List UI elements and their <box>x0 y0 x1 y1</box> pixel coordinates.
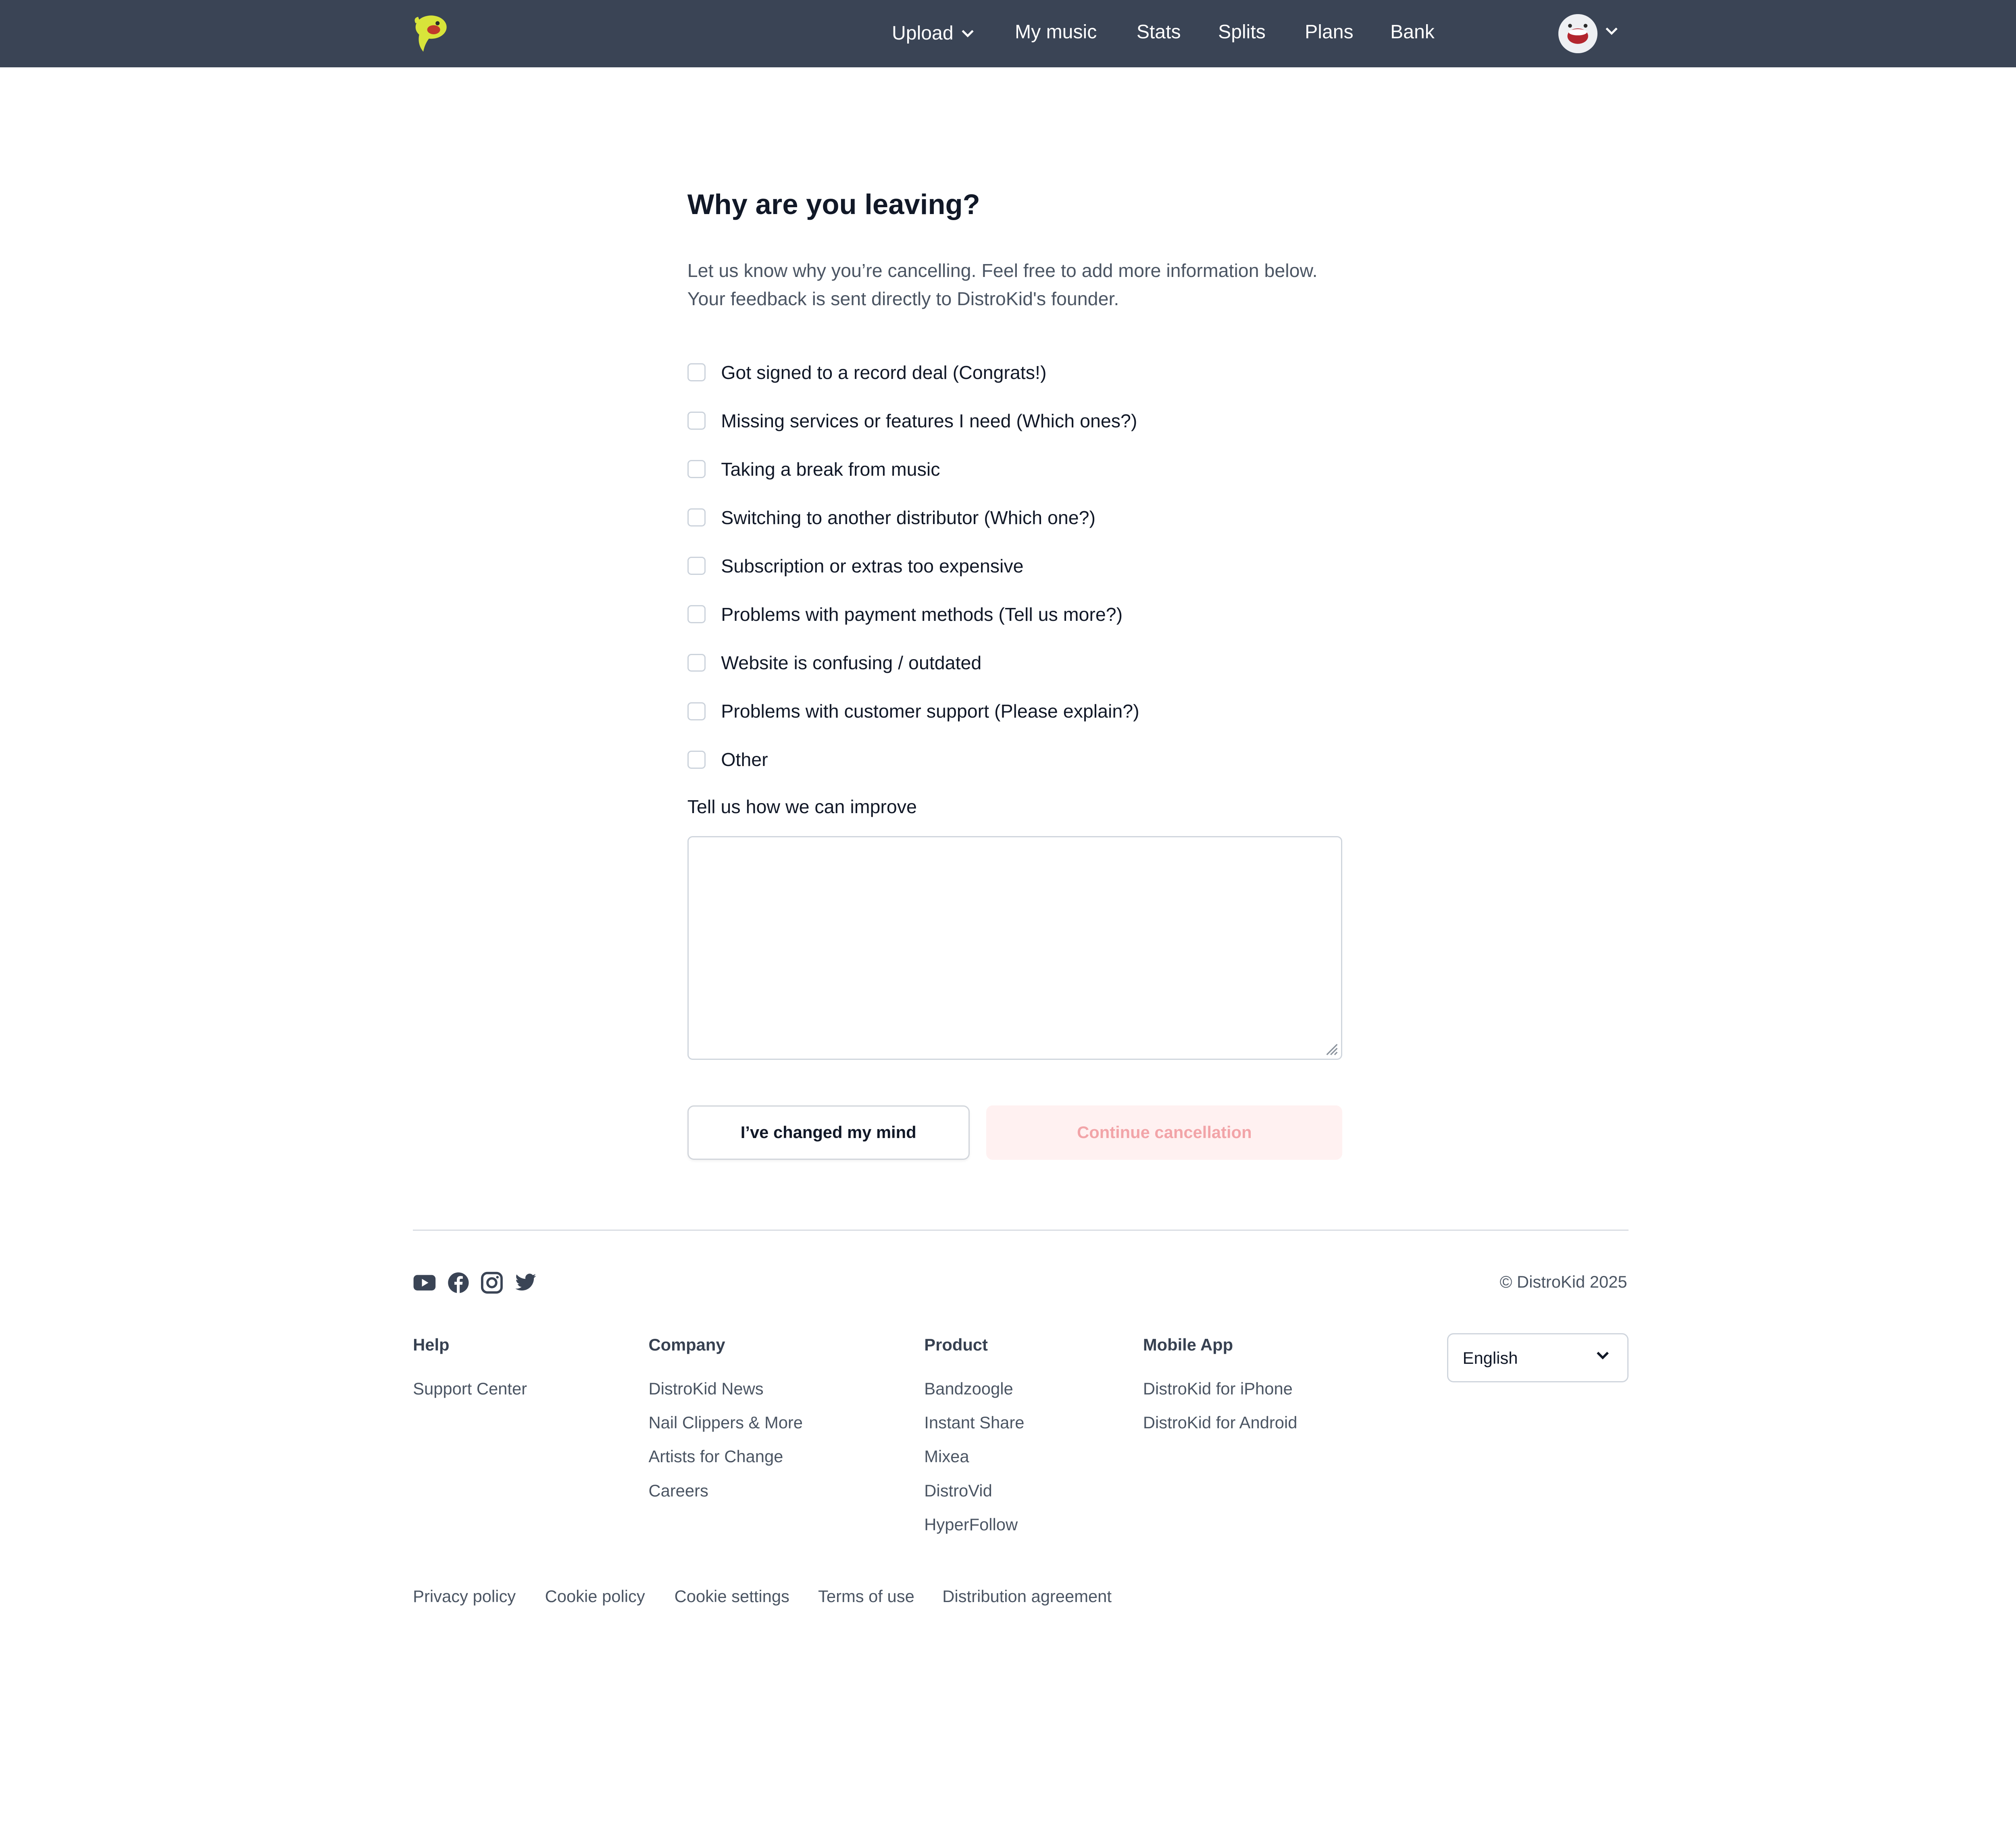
continue-cancellation-button[interactable]: Continue cancellation <box>986 1105 1343 1160</box>
privacy-policy-link[interactable]: Privacy policy <box>413 1587 516 1606</box>
footer-column-company: Company DistroKid News Nail Clippers & M… <box>648 1334 803 1500</box>
changed-my-mind-button[interactable]: I’ve changed my mind <box>687 1105 970 1160</box>
page-title: Why are you leaving? <box>687 188 980 220</box>
chevron-down-icon <box>961 21 974 43</box>
main-nav: Upload My music Stats Splits Plans Bank <box>0 0 2016 67</box>
footer-link[interactable]: DistroKid for Android <box>1143 1412 1297 1446</box>
chevron-down-icon <box>1596 1351 1609 1359</box>
page: Upload My music Stats Splits Plans Bank <box>0 0 2016 1825</box>
terms-of-use-link[interactable]: Terms of use <box>818 1587 914 1606</box>
nav-upload[interactable]: Upload <box>892 21 974 44</box>
distribution-agreement-link[interactable]: Distribution agreement <box>942 1587 1112 1606</box>
cookie-policy-link[interactable]: Cookie policy <box>545 1587 645 1606</box>
footer-divider <box>413 1229 1629 1231</box>
nav-upload-label: Upload <box>892 22 954 44</box>
chevron-down-icon <box>1606 27 1618 35</box>
reason-label: Other <box>721 749 768 770</box>
footer-link[interactable]: Instant Share <box>924 1412 1024 1446</box>
nav-splits[interactable]: Splits <box>1218 21 1266 43</box>
reason-label: Problems with payment methods (Tell us m… <box>721 603 1123 625</box>
footer-column-title: Product <box>924 1335 988 1355</box>
reason-label: Switching to another distributor (Which … <box>721 507 1096 528</box>
footer-link[interactable]: Mixea <box>924 1446 1024 1480</box>
reason-record-deal[interactable]: Got signed to a record deal (Congrats!) <box>687 348 1343 397</box>
footer-column-title: Company <box>648 1335 725 1355</box>
resize-grip-icon[interactable] <box>1323 1040 1339 1056</box>
user-avatar-icon <box>1558 14 1597 53</box>
reason-list: Got signed to a record deal (Congrats!) … <box>687 348 1343 784</box>
reason-label: Taking a break from music <box>721 458 940 480</box>
nav-my-music[interactable]: My music <box>1015 21 1097 43</box>
checkbox[interactable] <box>687 605 706 624</box>
twitter-icon[interactable] <box>514 1271 537 1294</box>
reason-break[interactable]: Taking a break from music <box>687 445 1343 493</box>
instagram-icon[interactable] <box>480 1271 504 1294</box>
footer-column-help: Help Support Center <box>413 1334 527 1398</box>
reason-label: Missing services or features I need (Whi… <box>721 410 1137 431</box>
feedback-label: Tell us how we can improve <box>687 796 917 818</box>
footer-link[interactable]: DistroVid <box>924 1480 1024 1514</box>
nav-stats[interactable]: Stats <box>1137 21 1181 43</box>
footer-link[interactable]: HyperFollow <box>924 1514 1024 1548</box>
intro-line: Let us know why you’re cancelling. Feel … <box>687 260 1318 281</box>
reason-missing-features[interactable]: Missing services or features I need (Whi… <box>687 397 1343 445</box>
checkbox[interactable] <box>687 653 706 672</box>
footer-link-list: DistroKid News Nail Clippers & More Arti… <box>648 1378 803 1514</box>
checkbox[interactable] <box>687 412 706 430</box>
checkbox[interactable] <box>687 702 706 720</box>
reason-website-confusing[interactable]: Website is confusing / outdated <box>687 639 1343 687</box>
footer-link[interactable]: DistroKid for iPhone <box>1143 1378 1297 1412</box>
footer-link[interactable]: Careers <box>648 1480 803 1514</box>
footer-column-product: Product Bandzoogle Instant Share Mixea D… <box>924 1334 1024 1534</box>
reason-support-problems[interactable]: Problems with customer support (Please e… <box>687 687 1343 735</box>
footer-link[interactable]: Bandzoogle <box>924 1378 1024 1412</box>
intro-line: Your feedback is sent directly to Distro… <box>687 288 1119 310</box>
footer-column-title: Help <box>413 1335 450 1355</box>
footer-column-mobile-app: Mobile App DistroKid for iPhone DistroKi… <box>1143 1334 1297 1432</box>
reason-label: Got signed to a record deal (Congrats!) <box>721 362 1047 383</box>
checkbox[interactable] <box>687 363 706 382</box>
top-nav-bar: Upload My music Stats Splits Plans Bank <box>0 0 2016 67</box>
nav-bank[interactable]: Bank <box>1390 21 1435 43</box>
account-menu[interactable] <box>1558 14 1623 53</box>
nav-plans[interactable]: Plans <box>1305 21 1353 43</box>
facebook-icon[interactable] <box>447 1271 470 1294</box>
reason-too-expensive[interactable]: Subscription or extras too expensive <box>687 542 1343 590</box>
reason-other[interactable]: Other <box>687 735 1343 784</box>
feedback-textarea[interactable] <box>687 836 1343 1060</box>
copyright: © DistroKid 2025 <box>1500 1272 1627 1291</box>
footer-link-list: DistroKid for iPhone DistroKid for Andro… <box>1143 1378 1297 1446</box>
checkbox[interactable] <box>687 557 706 575</box>
reason-switching[interactable]: Switching to another distributor (Which … <box>687 493 1343 542</box>
checkbox[interactable] <box>687 460 706 479</box>
reason-label: Subscription or extras too expensive <box>721 555 1024 576</box>
reason-payment-problems[interactable]: Problems with payment methods (Tell us m… <box>687 590 1343 639</box>
checkbox[interactable] <box>687 750 706 769</box>
reason-label: Problems with customer support (Please e… <box>721 701 1139 722</box>
footer-link[interactable]: Support Center <box>413 1378 527 1412</box>
footer-column-title: Mobile App <box>1143 1335 1233 1355</box>
reason-label: Website is confusing / outdated <box>721 652 982 674</box>
language-select[interactable]: English <box>1447 1333 1629 1382</box>
footer-link[interactable]: Nail Clippers & More <box>648 1412 803 1446</box>
avatar <box>1558 14 1597 53</box>
footer-link-list: Bandzoogle Instant Share Mixea DistroVid… <box>924 1378 1024 1548</box>
footer-link-list: Support Center <box>413 1378 527 1412</box>
footer-link[interactable]: Artists for Change <box>648 1446 803 1480</box>
checkbox[interactable] <box>687 508 706 527</box>
footer-link[interactable]: DistroKid News <box>648 1378 803 1412</box>
youtube-icon[interactable] <box>413 1271 436 1294</box>
language-value: English <box>1462 1348 1518 1368</box>
cookie-settings-link[interactable]: Cookie settings <box>675 1587 789 1606</box>
intro-text: Let us know why you’re cancelling. Feel … <box>687 256 1343 313</box>
